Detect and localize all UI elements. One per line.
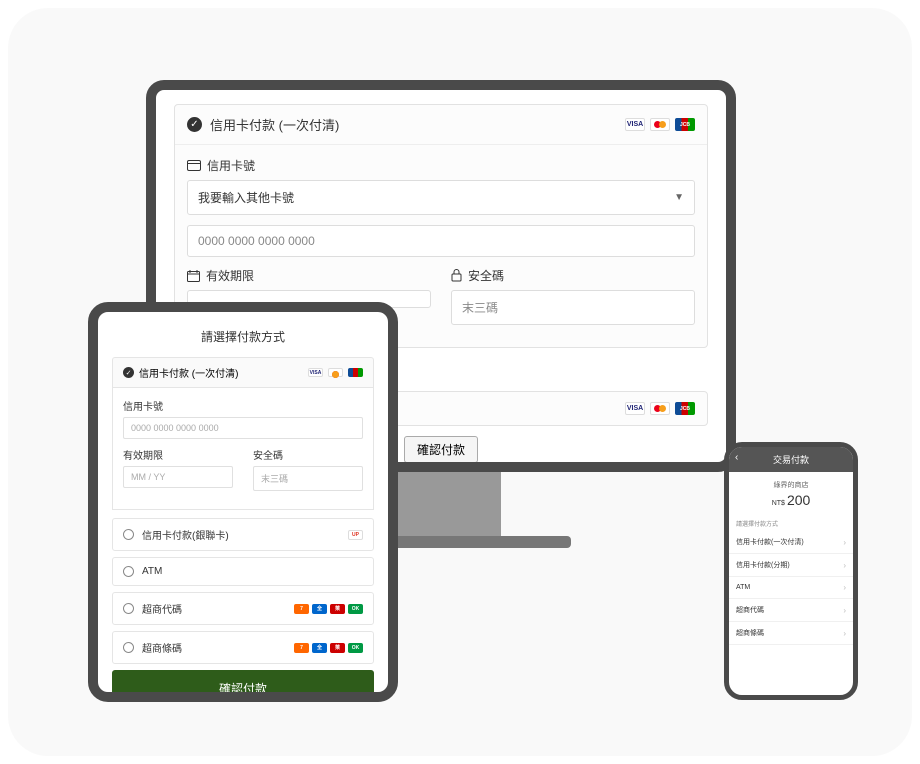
store-icon: 7 — [294, 604, 309, 614]
jcb-icon: JCB — [675, 118, 695, 131]
phone-payment-option[interactable]: 超商條碼› — [729, 622, 853, 645]
back-icon[interactable]: ‹ — [735, 452, 738, 463]
lock-icon — [451, 269, 462, 282]
radio-icon — [123, 566, 134, 577]
phone-payment-option[interactable]: 超商代碼› — [729, 599, 853, 622]
tablet-panel-body: 信用卡號 0000 0000 0000 0000 有效期限 MM / YY 安全… — [112, 388, 374, 510]
chevron-right-icon: › — [843, 606, 846, 615]
store-icon: 全 — [312, 643, 327, 653]
payment-option-store-code[interactable]: 超商代碼 7 全 萊 OK — [112, 592, 374, 625]
visa-icon: VISA — [625, 402, 645, 415]
payment-option-store-barcode[interactable]: 超商條碼 7 全 萊 OK — [112, 631, 374, 664]
tablet-device: 請選擇付款方式 ✓ 信用卡付款 (一次付清) VISA 信用卡號 0000 00… — [88, 302, 398, 702]
phone-payment-option[interactable]: ATM› — [729, 577, 853, 599]
calendar-icon — [187, 270, 200, 282]
phone-device: ‹ 交易付款 綠界的商店 NT$200 請選擇付款方式 信用卡付款(一次付清)›… — [724, 442, 858, 700]
jcb-icon: JCB — [675, 402, 695, 415]
check-icon: ✓ — [187, 117, 202, 132]
mastercard-icon — [328, 368, 343, 377]
card-number-label: 信用卡號 — [123, 398, 363, 413]
cvv-label: 安全碼 — [451, 267, 695, 284]
store-icon: 7 — [294, 643, 309, 653]
section-label: 請選擇付款方式 — [729, 516, 853, 531]
amount-display: NT$200 — [729, 492, 853, 508]
cvv-input[interactable]: 末三碼 — [253, 466, 363, 491]
expiry-label: 有效期限 — [123, 447, 233, 462]
cvv-input[interactable]: 末三碼 — [451, 290, 695, 325]
expiry-input[interactable]: MM / YY — [123, 466, 233, 488]
visa-icon: VISA — [308, 368, 323, 377]
card-number-input[interactable]: 0000 0000 0000 0000 — [187, 225, 695, 257]
card-icon — [187, 160, 201, 171]
phone-payment-option[interactable]: 信用卡付款(分期)› — [729, 554, 853, 577]
expiry-label: 有效期限 — [187, 267, 431, 284]
panel-title: 信用卡付款 (一次付清) — [210, 115, 625, 134]
panel-header: ✓ 信用卡付款 (一次付清) VISA JCB — [175, 105, 707, 145]
store-name: 綠界的商店 — [729, 480, 853, 490]
store-icon: OK — [348, 604, 363, 614]
phone-header: ‹ 交易付款 — [729, 447, 853, 472]
store-icon: 全 — [312, 604, 327, 614]
store-icon: 萊 — [330, 643, 345, 653]
chevron-down-icon: ▼ — [674, 192, 684, 203]
confirm-button[interactable]: 確認付款 — [404, 436, 478, 463]
unionpay-icon: UP — [348, 530, 363, 540]
visa-icon: VISA — [625, 118, 645, 131]
card-number-input[interactable]: 0000 0000 0000 0000 — [123, 417, 363, 439]
chevron-right-icon: › — [843, 629, 846, 638]
mastercard-icon — [650, 402, 670, 415]
chevron-right-icon: › — [843, 583, 846, 592]
payment-option-atm[interactable]: ATM — [112, 557, 374, 586]
cvv-label: 安全碼 — [253, 447, 363, 462]
radio-icon — [123, 603, 134, 614]
tablet-title: 請選擇付款方式 — [112, 328, 374, 345]
card-brand-logos: VISA JCB — [625, 118, 695, 131]
chevron-right-icon: › — [843, 538, 846, 547]
radio-icon — [123, 529, 134, 540]
mastercard-icon — [650, 118, 670, 131]
check-icon: ✓ — [123, 367, 134, 378]
payment-option-unionpay[interactable]: 信用卡付款(銀聯卡) UP — [112, 518, 374, 551]
tablet-panel-header: ✓ 信用卡付款 (一次付清) VISA — [112, 357, 374, 388]
card-brand-logos: VISA JCB — [625, 402, 695, 415]
store-icon: OK — [348, 643, 363, 653]
jcb-icon — [348, 368, 363, 377]
card-number-label: 信用卡號 — [187, 157, 695, 174]
confirm-button[interactable]: 確認付款 — [112, 670, 374, 702]
radio-icon — [123, 642, 134, 653]
store-icon: 萊 — [330, 604, 345, 614]
monitor-stand — [381, 472, 501, 542]
chevron-right-icon: › — [843, 561, 846, 570]
phone-payment-option[interactable]: 信用卡付款(一次付清)› — [729, 531, 853, 554]
card-select[interactable]: 我要輸入其他卡號 ▼ — [187, 180, 695, 215]
